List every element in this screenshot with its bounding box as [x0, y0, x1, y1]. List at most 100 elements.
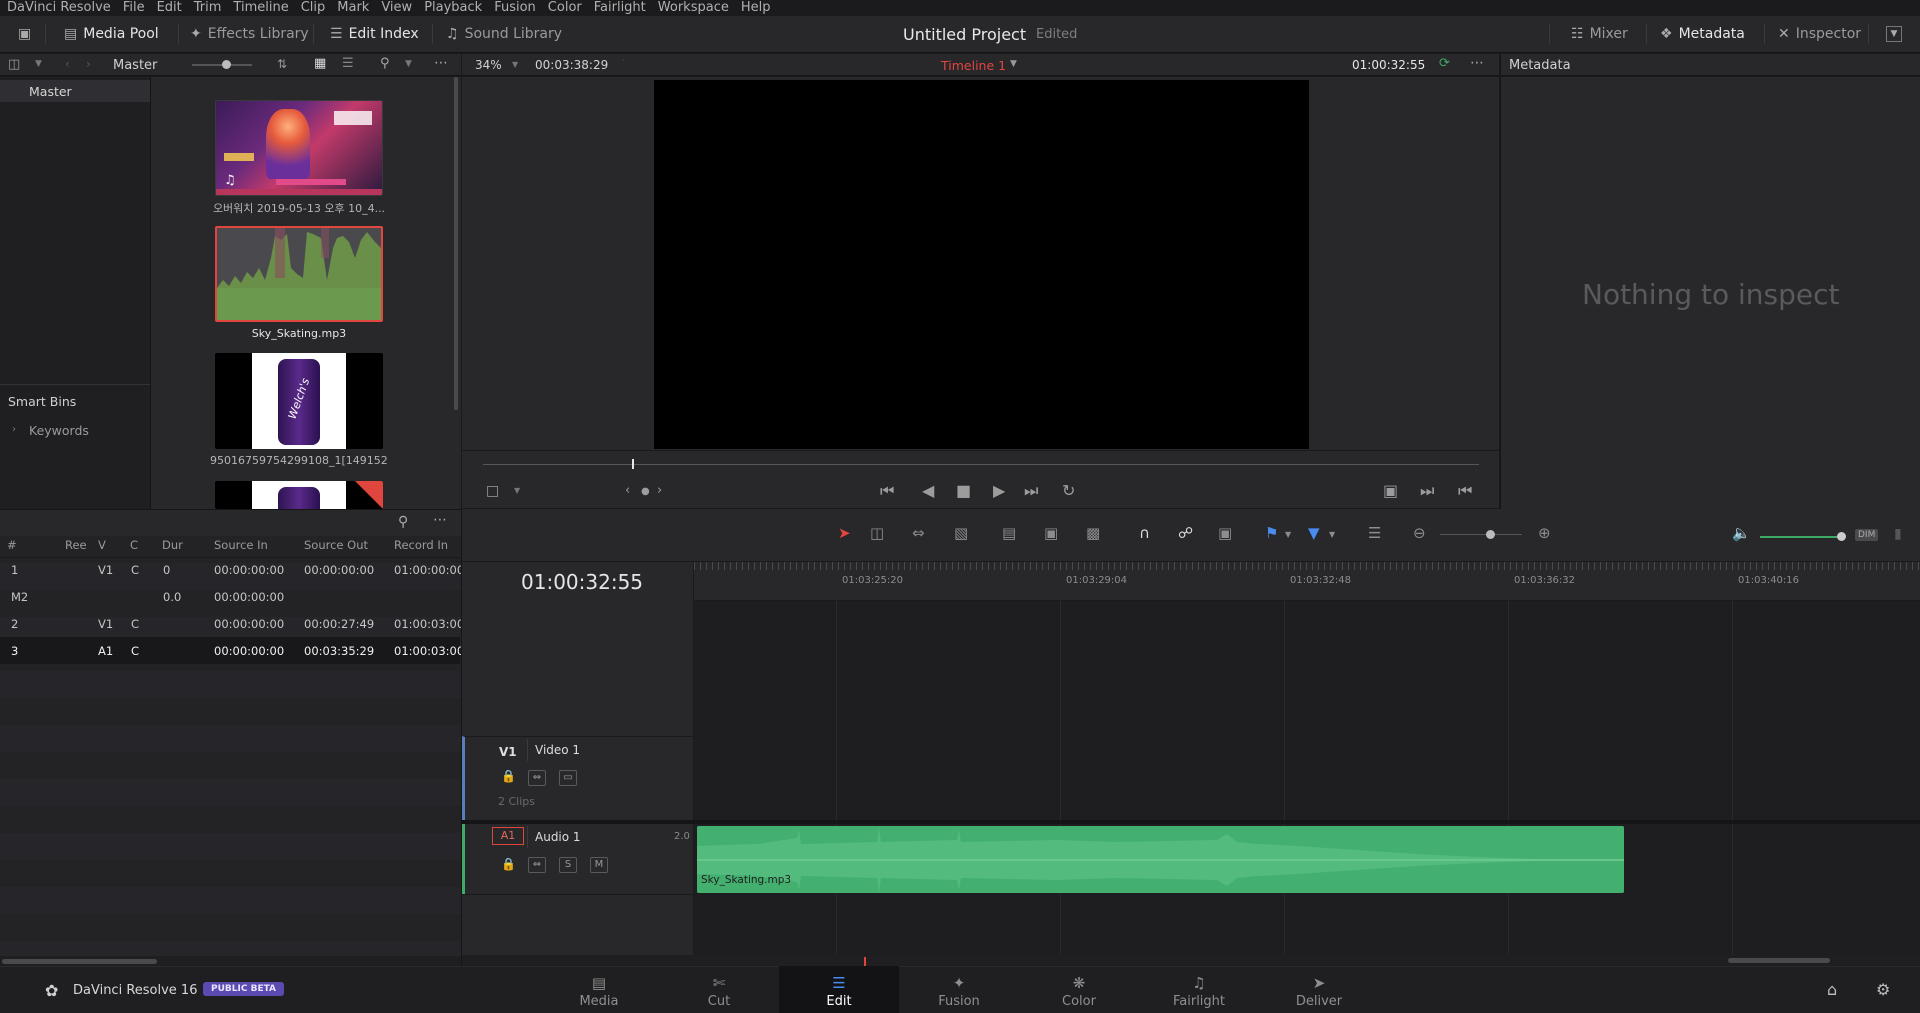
column-header[interactable]: Source Out: [304, 538, 368, 552]
stop-icon[interactable]: ■: [956, 481, 971, 500]
flag-icon[interactable]: ⚑: [1265, 524, 1278, 542]
bin-item-master[interactable]: Master: [0, 80, 150, 102]
sound-library-button[interactable]: ♫ Sound Library: [438, 20, 570, 48]
track-visibility-icon[interactable]: ▭: [559, 770, 577, 786]
metadata-button[interactable]: ❖ Metadata: [1652, 20, 1753, 48]
column-header[interactable]: #: [7, 538, 17, 552]
workspace-toggle-button[interactable]: ▣: [10, 20, 39, 48]
match-frame-icon[interactable]: ▣: [1383, 481, 1398, 500]
clip-thumbnail-sky-skating[interactable]: [215, 226, 383, 322]
menu-help[interactable]: Help: [741, 0, 771, 16]
column-header[interactable]: C: [130, 538, 138, 552]
column-header[interactable]: Dur: [162, 538, 183, 552]
replace-clip-icon[interactable]: ▩: [1086, 524, 1100, 542]
zoom-out-icon[interactable]: ⊖: [1413, 524, 1426, 542]
scrollbar-thumb[interactable]: [1728, 958, 1830, 963]
menu-timeline[interactable]: Timeline: [233, 0, 288, 16]
page-fusion[interactable]: ✦ Fusion: [899, 966, 1019, 1013]
timeline-timecode[interactable]: 01:00:32:55: [521, 570, 643, 594]
gear-icon[interactable]: ⚙: [1876, 980, 1890, 999]
chevron-down-icon[interactable]: ▼: [512, 60, 518, 69]
auto-select-icon[interactable]: ⇔: [528, 857, 546, 873]
timeline-view-options-icon[interactable]: ☰: [1368, 524, 1381, 542]
video-track-header[interactable]: V1 Video 1 🔒 ⇔ ▭ 2 Clips: [462, 736, 693, 820]
edit-index-button[interactable]: ☰ Edit Index: [322, 20, 427, 48]
menu-view[interactable]: View: [381, 0, 412, 16]
sync-icon[interactable]: ⟳: [1439, 56, 1450, 71]
next-edit-icon[interactable]: ⏭: [1420, 481, 1434, 501]
crop-icon[interactable]: □: [486, 483, 499, 499]
chevron-right-icon[interactable]: ›: [12, 424, 16, 435]
page-edit[interactable]: ☰ Edit: [779, 966, 899, 1013]
timeline-tracks-area[interactable]: [694, 601, 1920, 955]
dynamic-trim-icon[interactable]: ⇔: [912, 524, 925, 542]
volume-slider-handle[interactable]: [1837, 532, 1846, 541]
chevron-down-icon[interactable]: ▼: [405, 59, 412, 69]
grid-view-icon[interactable]: ▦: [314, 56, 326, 71]
home-icon[interactable]: ⌂: [1827, 980, 1837, 999]
overwrite-clip-icon[interactable]: ▣: [1044, 524, 1058, 542]
zoom-in-icon[interactable]: ⊕: [1538, 524, 1551, 542]
audio-clip[interactable]: Sky_Skating.mp3: [697, 826, 1624, 893]
media-pool-button[interactable]: ▤ Media Pool: [56, 20, 167, 48]
track-name[interactable]: Video 1: [535, 743, 580, 757]
insert-clip-icon[interactable]: ▤: [1002, 524, 1016, 542]
selection-tool-icon[interactable]: ➤: [838, 524, 851, 542]
chevron-down-icon[interactable]: ▼: [514, 486, 520, 495]
table-row[interactable]: 2 V1 C 00:00:00:00 00:00:27:49 01:00:03:…: [0, 610, 464, 637]
menu-fusion[interactable]: Fusion: [494, 0, 536, 16]
back-icon[interactable]: ‹: [65, 57, 70, 71]
meter-toggle-icon[interactable]: ▮: [1894, 526, 1902, 542]
menu-playback[interactable]: Playback: [424, 0, 482, 16]
zoom-level[interactable]: 34%: [475, 58, 502, 72]
auto-select-icon[interactable]: ⇔: [528, 770, 546, 786]
link-icon[interactable]: ☍: [1178, 524, 1193, 542]
menu-mark[interactable]: Mark: [337, 0, 369, 16]
marker-icon[interactable]: ▼: [1308, 524, 1320, 542]
blade-tool-icon[interactable]: ▧: [954, 524, 968, 542]
chevron-down-icon[interactable]: ▼: [35, 59, 42, 69]
jog-right-icon[interactable]: ›: [657, 483, 662, 498]
dim-button[interactable]: DIM: [1855, 529, 1879, 541]
audio-track-header[interactable]: A1 Audio 1 2.0 🔒 ⇔ S M: [462, 824, 693, 894]
page-media[interactable]: ▤ Media: [539, 966, 659, 1013]
sort-icon[interactable]: ⇅: [277, 57, 287, 71]
more-options-icon[interactable]: ⋯: [433, 512, 447, 528]
reverse-icon[interactable]: ◀: [922, 481, 934, 500]
menu-color[interactable]: Color: [548, 0, 582, 16]
menu-trim[interactable]: Trim: [194, 0, 222, 16]
timeline-scrollbar[interactable]: [462, 955, 1920, 966]
page-deliver[interactable]: ➤ Deliver: [1259, 966, 1379, 1013]
trim-tool-icon[interactable]: ◫: [870, 524, 884, 542]
jog-left-icon[interactable]: ‹: [625, 483, 630, 498]
zoom-slider-handle[interactable]: [1486, 530, 1495, 539]
playhead[interactable]: [632, 459, 634, 469]
prev-edit-icon[interactable]: ⏮: [1458, 481, 1472, 501]
snapping-icon[interactable]: ∩: [1139, 524, 1150, 542]
search-icon[interactable]: ⚲: [398, 514, 408, 530]
mixer-button[interactable]: ☷ Mixer: [1563, 20, 1636, 48]
inspector-button[interactable]: ✕ Inspector: [1770, 20, 1869, 48]
lock-icon[interactable]: 🔒: [501, 857, 516, 871]
viewer-canvas[interactable]: [654, 80, 1309, 449]
column-header[interactable]: Record In: [394, 538, 448, 552]
effects-library-button[interactable]: ✦ Effects Library: [182, 20, 317, 48]
menu-fairlight[interactable]: Fairlight: [594, 0, 646, 16]
mute-button[interactable]: M: [590, 857, 608, 873]
table-row[interactable]: M2 0.0 00:00:00:00: [0, 583, 460, 610]
clip-thumbnail-overwatch[interactable]: ♫: [215, 100, 383, 196]
clip-thumbnail-partial[interactable]: [215, 481, 383, 509]
loop-icon[interactable]: ↻: [1062, 481, 1075, 500]
jog-dot-icon[interactable]: ●: [641, 486, 650, 497]
more-options-icon[interactable]: ⋯: [1470, 55, 1484, 71]
column-header[interactable]: Source In: [214, 538, 268, 552]
page-fairlight[interactable]: ♫ Fairlight: [1139, 966, 1259, 1013]
go-to-end-icon[interactable]: ⏭: [1024, 481, 1038, 501]
scrollbar-thumb[interactable]: [454, 77, 458, 410]
sidebar-toggle-icon[interactable]: ◫: [8, 57, 20, 72]
chevron-down-icon[interactable]: ▼: [1010, 59, 1017, 69]
zoom-slider[interactable]: [1440, 534, 1522, 535]
menu-edit[interactable]: Edit: [157, 0, 182, 16]
speaker-icon[interactable]: 🔈: [1732, 524, 1751, 542]
smart-bin-keywords[interactable]: Keywords: [29, 423, 89, 438]
